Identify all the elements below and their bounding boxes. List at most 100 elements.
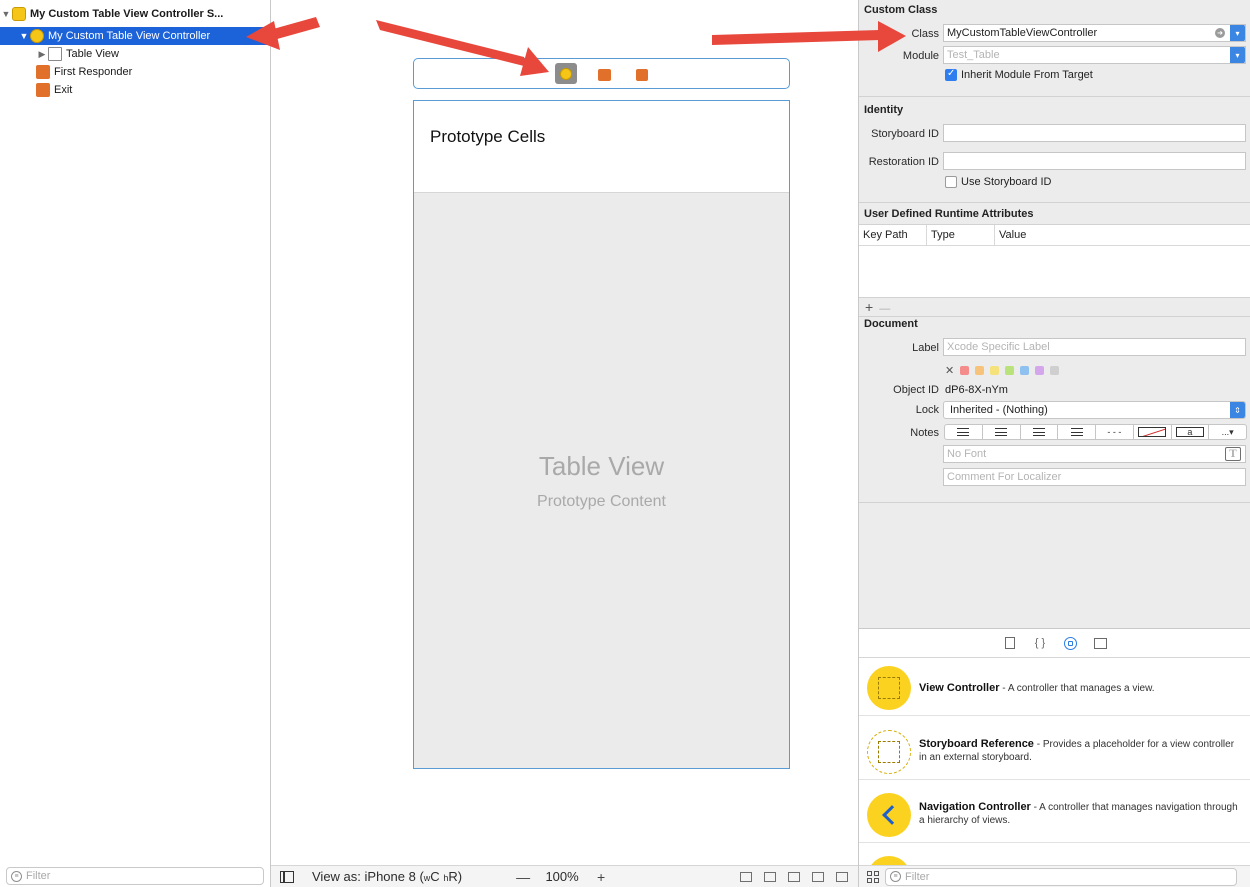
scene-icon xyxy=(12,7,26,21)
resolve-issues-icon[interactable] xyxy=(832,870,852,884)
font-field[interactable]: No Font T xyxy=(943,445,1246,463)
code-snippet-tab-icon[interactable]: { } xyxy=(1033,636,1047,650)
font-picker-icon[interactable]: T xyxy=(1225,447,1241,461)
library-item-title: Storyboard Reference xyxy=(919,738,1034,750)
table-view-controller-scene[interactable]: Prototype Cells Table View Prototype Con… xyxy=(413,100,790,769)
object-library-tab-icon[interactable] xyxy=(1063,636,1077,650)
dock-first-responder-icon[interactable] xyxy=(594,65,615,84)
zoom-out-button[interactable]: — xyxy=(512,869,534,885)
inherit-module-checkbox[interactable] xyxy=(945,68,957,81)
outline-item-table-view[interactable]: ▶ Table View xyxy=(0,45,270,63)
comment-field[interactable]: Comment For Localizer xyxy=(943,468,1246,486)
restoration-id-field[interactable] xyxy=(943,152,1246,170)
column-key-path[interactable]: Key Path xyxy=(859,225,927,245)
add-constraints-icon[interactable] xyxy=(808,870,828,884)
size-class-h: R xyxy=(448,869,458,884)
no-background-button[interactable] xyxy=(1134,425,1172,439)
swatch-green[interactable] xyxy=(1005,366,1014,375)
add-attribute-button[interactable]: + xyxy=(865,299,873,315)
module-placeholder: Test_Table xyxy=(947,49,1000,61)
document-label-placeholder: Xcode Specific Label xyxy=(947,341,1050,353)
library-item-title: View Controller xyxy=(919,682,1000,694)
natural-align-button[interactable]: - - - xyxy=(1096,425,1134,439)
document-label-field[interactable]: Xcode Specific Label xyxy=(943,338,1246,356)
justify-button[interactable] xyxy=(1058,425,1096,439)
lock-label: Lock xyxy=(915,404,939,416)
storyboard-id-field[interactable] xyxy=(943,124,1246,142)
disclosure-triangle-icon[interactable]: ▼ xyxy=(18,31,30,41)
outline-filter-field[interactable]: ≡ Filter xyxy=(6,867,264,885)
outline-item-exit[interactable]: Exit xyxy=(0,81,270,99)
swatch-orange[interactable] xyxy=(975,366,984,375)
use-storyboard-id-checkbox[interactable] xyxy=(945,176,957,188)
swatch-yellow[interactable] xyxy=(990,366,999,375)
identity-inspector: Custom Class Class MyCustomTableViewCont… xyxy=(858,0,1250,887)
embed-in-stack-icon[interactable] xyxy=(760,870,780,884)
swatch-gray[interactable] xyxy=(1050,366,1059,375)
lock-popup[interactable]: Inherited - (Nothing) ⇕ xyxy=(943,401,1246,419)
align-center-button[interactable] xyxy=(983,425,1021,439)
more-options-button[interactable]: ... ▾ xyxy=(1209,425,1246,439)
column-type[interactable]: Type xyxy=(927,225,995,245)
table-view[interactable]: Table View Prototype Content xyxy=(414,193,789,768)
object-id-value: dP6-8X-nYm xyxy=(945,384,1008,396)
zoom-in-button[interactable]: + xyxy=(590,869,612,885)
storyboard-id-label: Storyboard ID xyxy=(871,128,939,140)
storyboard-reference-library-icon xyxy=(867,730,911,774)
zoom-level[interactable]: 100% xyxy=(534,869,590,884)
column-value[interactable]: Value xyxy=(995,225,1250,245)
align-left-button[interactable] xyxy=(945,425,983,439)
outline-item-view-controller[interactable]: ▼ My Custom Table View Controller xyxy=(0,27,270,45)
canvas-bottom-bar: View as: iPhone 8 (wC hR) — 100% + xyxy=(271,865,858,887)
library-filter-field[interactable]: ≡ Filter xyxy=(885,867,1237,886)
class-dropdown-icon[interactable]: ▾ xyxy=(1230,25,1245,41)
outline-toggle-icon[interactable] xyxy=(280,870,294,883)
align-right-button[interactable] xyxy=(1021,425,1059,439)
table-view-icon xyxy=(48,47,62,61)
object-library-list[interactable]: View Controller - A controller that mana… xyxy=(859,658,1250,865)
library-item-partial-icon xyxy=(867,856,911,865)
text-color-button[interactable]: a xyxy=(1172,425,1210,439)
storyboard-canvas[interactable]: Prototype Cells Table View Prototype Con… xyxy=(271,0,858,887)
dock-exit-icon[interactable] xyxy=(631,65,652,84)
notes-label: Notes xyxy=(910,427,939,439)
font-placeholder: No Font xyxy=(947,448,987,460)
class-field[interactable]: MyCustomTableViewController ➜ ▾ xyxy=(943,24,1246,42)
swatch-purple[interactable] xyxy=(1035,366,1044,375)
class-value: MyCustomTableViewController xyxy=(947,27,1098,39)
swatch-red[interactable] xyxy=(960,366,969,375)
library-item-partial[interactable] xyxy=(859,848,1250,865)
notes-format-bar: - - - a ... ▾ xyxy=(944,424,1247,440)
lock-dropdown-icon[interactable]: ⇕ xyxy=(1230,402,1245,418)
library-item-view-controller[interactable]: View Controller - A controller that mana… xyxy=(859,658,1250,716)
document-label-label: Label xyxy=(912,342,939,354)
update-frames-icon[interactable] xyxy=(736,870,756,884)
grid-view-icon[interactable] xyxy=(867,870,879,883)
library-item-navigation-controller[interactable]: Navigation Controller - A controller tha… xyxy=(859,785,1250,843)
library-item-desc: - A controller that manages a view. xyxy=(999,683,1155,694)
runtime-attributes-table[interactable]: Key Path Type Value xyxy=(859,224,1250,298)
inherit-module-label: Inherit Module From Target xyxy=(961,69,1093,81)
document-title: Document xyxy=(864,318,918,330)
clear-color-icon[interactable]: ✕ xyxy=(945,364,954,377)
navigation-controller-library-icon xyxy=(867,793,911,837)
swatch-blue[interactable] xyxy=(1020,366,1029,375)
file-template-tab-icon[interactable] xyxy=(1003,636,1017,650)
view-as-label: View as: iPhone 8 xyxy=(312,869,416,884)
outline-item-scene[interactable]: ▼ My Custom Table View Controller S... xyxy=(0,5,270,23)
module-label: Module xyxy=(902,50,939,62)
filter-placeholder: Filter xyxy=(905,870,930,883)
module-field[interactable]: Test_Table ▾ xyxy=(943,46,1246,64)
outline-item-first-responder[interactable]: First Responder xyxy=(0,63,270,81)
remove-attribute-button[interactable]: — xyxy=(879,303,890,315)
dock-view-controller-icon[interactable] xyxy=(555,63,577,84)
go-to-class-icon[interactable]: ➜ xyxy=(1215,28,1225,38)
media-library-tab-icon[interactable] xyxy=(1093,636,1107,650)
view-as-button[interactable]: View as: iPhone 8 (wC hR) xyxy=(312,869,462,884)
disclosure-triangle-icon[interactable]: ▶ xyxy=(36,49,48,60)
module-dropdown-icon[interactable]: ▾ xyxy=(1230,47,1245,63)
library-item-storyboard-reference[interactable]: Storyboard Reference - Provides a placeh… xyxy=(859,722,1250,780)
disclosure-triangle-icon[interactable]: ▼ xyxy=(0,9,12,19)
align-icon[interactable] xyxy=(784,870,804,884)
filter-placeholder: Filter xyxy=(26,870,51,882)
